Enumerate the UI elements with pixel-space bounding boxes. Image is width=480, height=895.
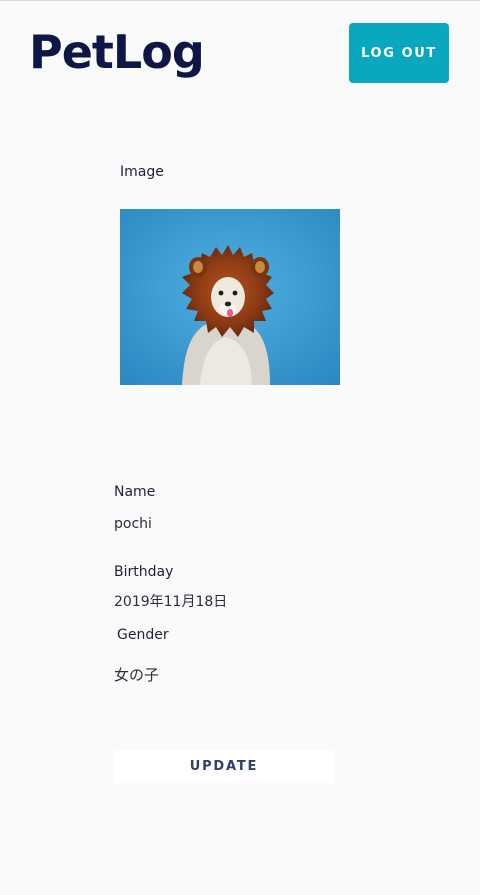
pet-photo	[120, 209, 340, 385]
image-label: Image	[120, 164, 164, 180]
birthday-value: 2019年11月18日	[114, 594, 228, 610]
logout-button[interactable]: LOG OUT	[349, 23, 449, 83]
birthday-label: Birthday	[114, 564, 174, 580]
gender-value: 女の子	[114, 666, 160, 684]
app-logo: PetLog	[29, 25, 205, 79]
name-value: pochi	[114, 516, 152, 532]
name-label: Name	[114, 484, 156, 500]
gender-label: Gender	[117, 627, 169, 643]
update-button[interactable]: UPDATE	[114, 750, 334, 783]
